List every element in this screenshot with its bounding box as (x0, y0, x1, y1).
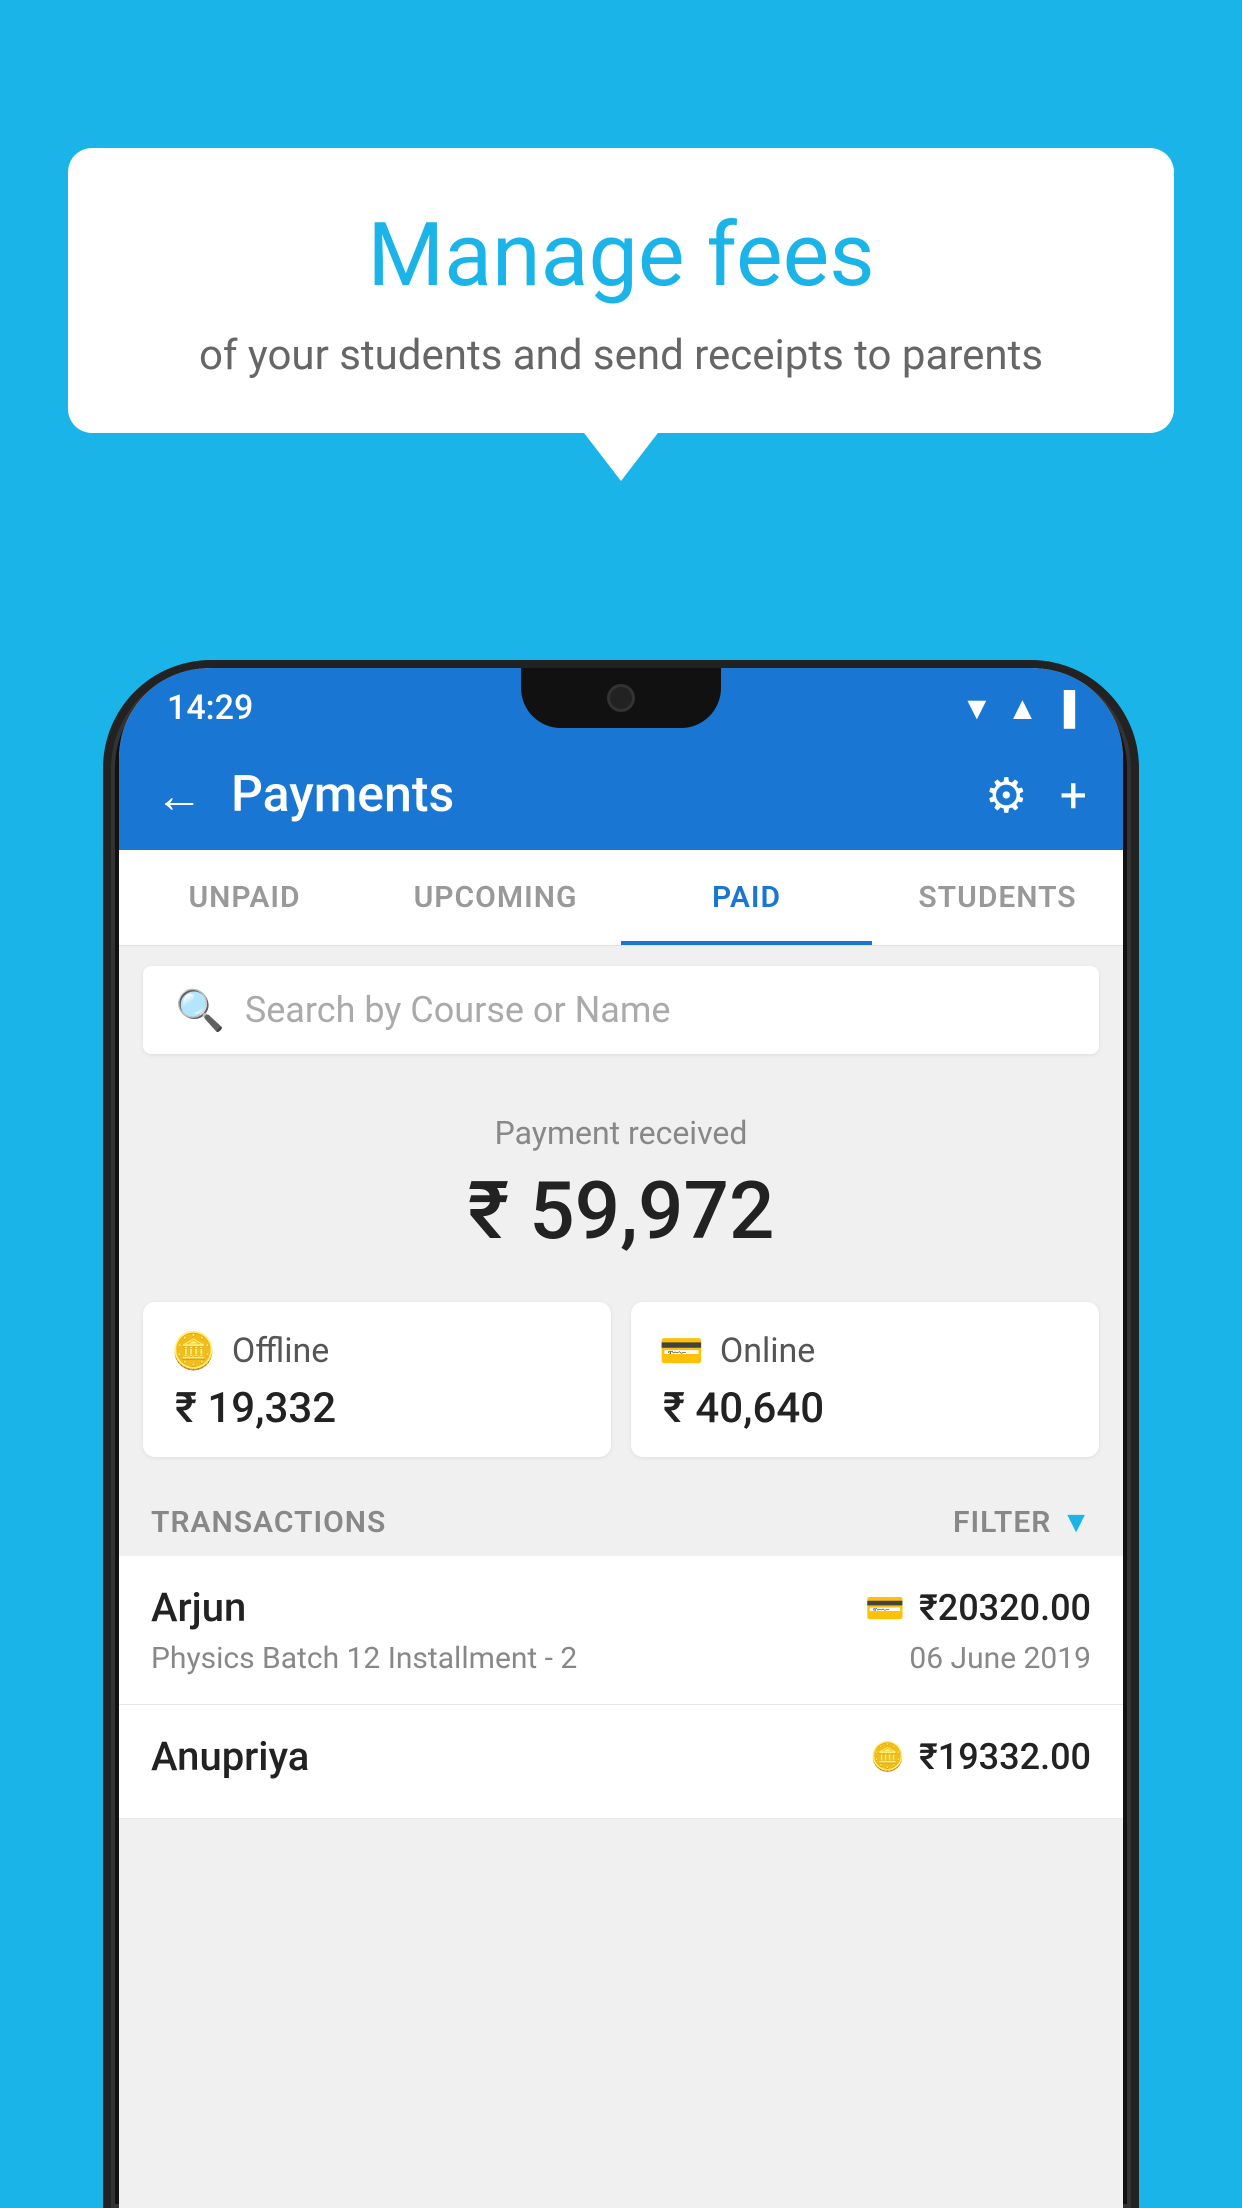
card-payment-icon: 💳 (865, 1589, 905, 1627)
payment-amount: ₹ 59,972 (143, 1164, 1099, 1258)
search-bar[interactable]: 🔍 Search by Course or Name (143, 966, 1099, 1054)
tab-bar: UNPAID UPCOMING PAID STUDENTS (119, 850, 1123, 946)
settings-icon[interactable]: ⚙ (985, 767, 1028, 824)
page-title: Payments (231, 766, 957, 824)
transaction-name: Arjun (151, 1584, 246, 1631)
transactions-label: TRANSACTIONS (151, 1505, 386, 1540)
online-card: 💳 Online ₹ 40,640 (631, 1302, 1099, 1457)
online-label: Online (720, 1331, 816, 1371)
transaction-top: Arjun 💳 ₹20320.00 (151, 1584, 1091, 1631)
tab-unpaid[interactable]: UNPAID (119, 850, 370, 945)
offline-icon: 🪙 (171, 1330, 216, 1372)
online-card-header: 💳 Online (659, 1330, 1071, 1372)
status-icons: ▼ ▲ ▐ (961, 689, 1075, 727)
app-bar: ← Payments ⚙ + (119, 740, 1123, 850)
filter-icon: ▼ (1061, 1505, 1091, 1540)
tab-upcoming[interactable]: UPCOMING (370, 850, 621, 945)
tab-paid[interactable]: PAID (621, 850, 872, 945)
bubble-title: Manage fees (128, 208, 1114, 305)
offline-amount: ₹ 19,332 (171, 1384, 583, 1433)
transaction-amount-wrap: 💳 ₹20320.00 (865, 1587, 1091, 1629)
online-icon: 💳 (659, 1330, 704, 1372)
battery-icon: ▐ (1052, 689, 1075, 727)
rupee-payment-icon: 🪙 (870, 1740, 905, 1773)
bubble-subtitle: of your students and send receipts to pa… (128, 329, 1114, 384)
phone-notch (521, 668, 721, 728)
transaction-amount: ₹19332.00 (919, 1736, 1091, 1778)
offline-card: 🪙 Offline ₹ 19,332 (143, 1302, 611, 1457)
offline-label: Offline (232, 1331, 329, 1371)
phone-screen: 14:29 ▼ ▲ ▐ ← Payments ⚙ + UNPAID UPCOMI… (119, 668, 1123, 2208)
transaction-amount: ₹20320.00 (919, 1587, 1091, 1629)
back-button[interactable]: ← (155, 767, 203, 824)
wifi-icon: ▼ (961, 689, 993, 727)
tab-students[interactable]: STUDENTS (872, 850, 1123, 945)
transaction-date: 06 June 2019 (909, 1641, 1091, 1676)
add-icon[interactable]: + (1060, 767, 1087, 824)
screen-content: 🔍 Search by Course or Name Payment recei… (119, 946, 1123, 1819)
transaction-course: Physics Batch 12 Installment - 2 (151, 1641, 577, 1676)
search-icon: 🔍 (175, 987, 225, 1034)
online-amount: ₹ 40,640 (659, 1384, 1071, 1433)
transaction-bottom: Physics Batch 12 Installment - 2 06 June… (151, 1641, 1091, 1676)
transactions-header: TRANSACTIONS FILTER ▼ (119, 1485, 1123, 1556)
transaction-top: Anupriya 🪙 ₹19332.00 (151, 1733, 1091, 1780)
app-bar-actions: ⚙ + (985, 767, 1087, 824)
filter-button[interactable]: FILTER ▼ (953, 1505, 1091, 1540)
filter-label: FILTER (953, 1505, 1051, 1540)
payment-received-label: Payment received (143, 1114, 1099, 1152)
table-row[interactable]: Arjun 💳 ₹20320.00 Physics Batch 12 Insta… (119, 1556, 1123, 1705)
phone-frame: 14:29 ▼ ▲ ▐ ← Payments ⚙ + UNPAID UPCOMI… (111, 668, 1131, 2208)
speech-bubble: Manage fees of your students and send re… (68, 148, 1174, 433)
offline-card-header: 🪙 Offline (171, 1330, 583, 1372)
table-row[interactable]: Anupriya 🪙 ₹19332.00 (119, 1705, 1123, 1819)
payment-received-section: Payment received ₹ 59,972 (119, 1074, 1123, 1286)
search-input[interactable]: Search by Course or Name (245, 989, 671, 1031)
payment-cards: 🪙 Offline ₹ 19,332 💳 Online ₹ 40,640 (119, 1286, 1123, 1485)
signal-icon: ▲ (1007, 689, 1039, 727)
status-time: 14:29 (167, 688, 253, 728)
phone-camera (607, 684, 635, 712)
transaction-name: Anupriya (151, 1733, 309, 1780)
transaction-amount-wrap: 🪙 ₹19332.00 (870, 1736, 1091, 1778)
